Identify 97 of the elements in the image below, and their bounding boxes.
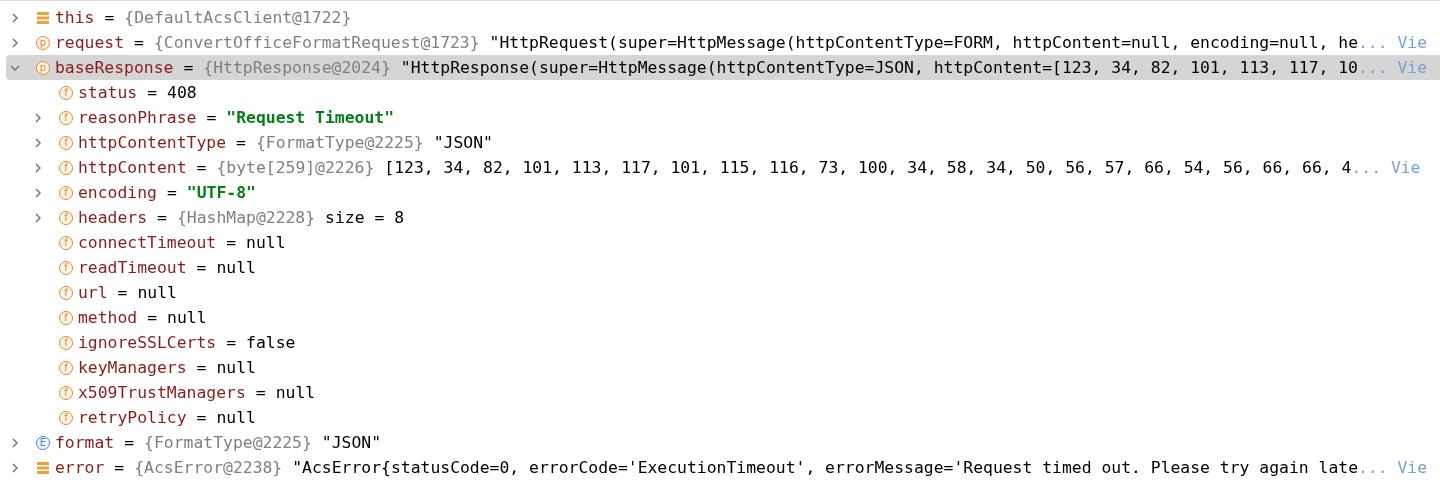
field-icon: f — [59, 310, 73, 325]
equals-sign: = — [117, 283, 128, 302]
variable-name: keyManagers — [78, 358, 187, 377]
variable-value: size = 8 — [325, 208, 405, 227]
variable-name: x509TrustManagers — [78, 383, 246, 402]
variable-value: null — [216, 258, 256, 277]
equals-sign: = — [124, 433, 135, 452]
chevron-icon[interactable] — [33, 187, 43, 198]
equals-sign: = — [114, 458, 125, 477]
field-icon: p — [36, 35, 50, 50]
field-icon: f — [59, 110, 73, 125]
variable-name: connectTimeout — [78, 233, 217, 252]
field-icon: f — [59, 210, 73, 225]
variable-name: url — [78, 283, 108, 302]
type-label: {byte[259]@2226} — [216, 158, 375, 177]
chevron-icon[interactable] — [33, 162, 43, 173]
equals-sign: = — [206, 108, 217, 127]
view-link[interactable]: ... Vie — [1358, 458, 1428, 477]
type-label: {HttpResponse@2024} — [203, 58, 391, 77]
variable-value: null — [137, 283, 177, 302]
equals-sign: = — [226, 333, 237, 352]
field-icon: f — [59, 285, 73, 300]
variable-value: 408 — [167, 83, 197, 102]
variable-value: "HttpResponse(super=HttpMessage(httpContentType=JSON, httpContent=[123, 34, 82, 101, 113, 117, 10 — [400, 58, 1358, 77]
variable-name: status — [78, 83, 138, 102]
equals-sign: = — [147, 308, 158, 327]
equals-sign: = — [255, 383, 266, 402]
variable-value: "AcsError{statusCode=0, errorCode='ExecutionTimeout', errorMessage='Request timed out. Please try again late — [292, 458, 1358, 477]
equals-sign: = — [196, 358, 207, 377]
variable-value: null — [246, 233, 286, 252]
variable-value: false — [246, 333, 296, 352]
field-icon: f — [59, 360, 73, 375]
field-icon: f — [59, 135, 73, 150]
field-icon: f — [59, 260, 73, 275]
equals-sign: = — [196, 408, 207, 427]
variable-value: "HttpRequest(super=HttpMessage(httpContentType=FORM, httpContent=null, encoding=null, he — [489, 33, 1358, 52]
field-icon: f — [59, 385, 73, 400]
variable-name: httpContentType — [78, 133, 227, 152]
variable-name: error — [55, 458, 105, 477]
type-label: {FormatType@2225} — [255, 133, 424, 152]
type-label: {ConvertOfficeFormatRequest@1723} — [153, 33, 480, 52]
variable-name: format — [55, 433, 115, 452]
view-link[interactable]: ... Vie — [1351, 158, 1421, 177]
field-icon: f — [59, 235, 73, 250]
field-icon: p — [36, 60, 50, 75]
selected-row[interactable]: p baseResponse = {HttpResponse@2024} "HttpResponse(super=HttpMessage(httpContentType=JSON, httpContent=[123, 34, 82, 101, 113, 117, 10... Vie — [6, 55, 1440, 80]
view-link[interactable]: ... Vie — [1358, 33, 1428, 52]
variable-value: "JSON" — [433, 133, 493, 152]
equals-sign: = — [134, 33, 144, 52]
field-icon: f — [59, 335, 73, 350]
chevron-icon[interactable] — [33, 212, 43, 223]
equals-sign: = — [157, 208, 167, 227]
equals-sign: = — [196, 258, 207, 277]
lines-icon — [36, 10, 50, 25]
variable-name: reasonPhrase — [78, 108, 197, 127]
chevron-icon[interactable] — [10, 437, 20, 448]
lines-icon — [36, 460, 50, 475]
variable-value: null — [167, 308, 207, 327]
variable-name: encoding — [78, 183, 157, 202]
field-icon: f — [59, 410, 73, 425]
equals-sign: = — [166, 183, 177, 202]
chevron-icon[interactable] — [33, 137, 43, 148]
variable-value: "JSON" — [321, 433, 382, 452]
view-link[interactable]: ... Vie — [1358, 58, 1428, 77]
equals-sign: = — [226, 233, 237, 252]
equals-sign: = — [236, 133, 246, 152]
variable-name: this — [55, 8, 95, 27]
variable-value: "UTF-8" — [186, 183, 256, 202]
enum-icon: E — [36, 435, 50, 450]
variable-value: null — [216, 358, 256, 377]
type-label: {DefaultAcsClient@1722} — [124, 8, 352, 27]
variable-name: method — [78, 308, 138, 327]
variable-name: retryPolicy — [78, 408, 187, 427]
chevron-icon[interactable] — [33, 112, 43, 123]
equals-sign: = — [104, 8, 115, 27]
variable-name: readTimeout — [78, 258, 187, 277]
variable-name: ignoreSSLCerts — [78, 333, 217, 352]
equals-sign: = — [183, 58, 194, 77]
variable-name: headers — [78, 208, 148, 227]
variable-value: null — [216, 408, 256, 427]
chevron-icon[interactable] — [10, 12, 20, 23]
variable-value: "Request Timeout" — [226, 108, 395, 127]
type-label: {AcsError@2238} — [134, 458, 283, 477]
equals-sign: = — [196, 158, 207, 177]
equals-sign: = — [147, 83, 158, 102]
variable-name: baseResponse — [55, 58, 174, 77]
field-icon: f — [59, 160, 73, 175]
field-icon: f — [59, 185, 73, 200]
variable-name: request — [55, 33, 125, 52]
type-label: {HashMap@2228} — [176, 208, 316, 227]
type-label: {FormatType@2225} — [144, 433, 312, 452]
chevron-icon[interactable] — [10, 37, 20, 48]
variable-value: [123, 34, 82, 101, 113, 117, 101, 115, 116, 73, 100, 34, 58, 34, 50, 56, 57, 66, 54, 56, 66, 66, 4 — [384, 158, 1352, 177]
variable-value: null — [275, 383, 316, 402]
field-icon: f — [59, 85, 73, 100]
variable-name: httpContent — [78, 158, 187, 177]
chevron-icon[interactable] — [10, 462, 20, 473]
